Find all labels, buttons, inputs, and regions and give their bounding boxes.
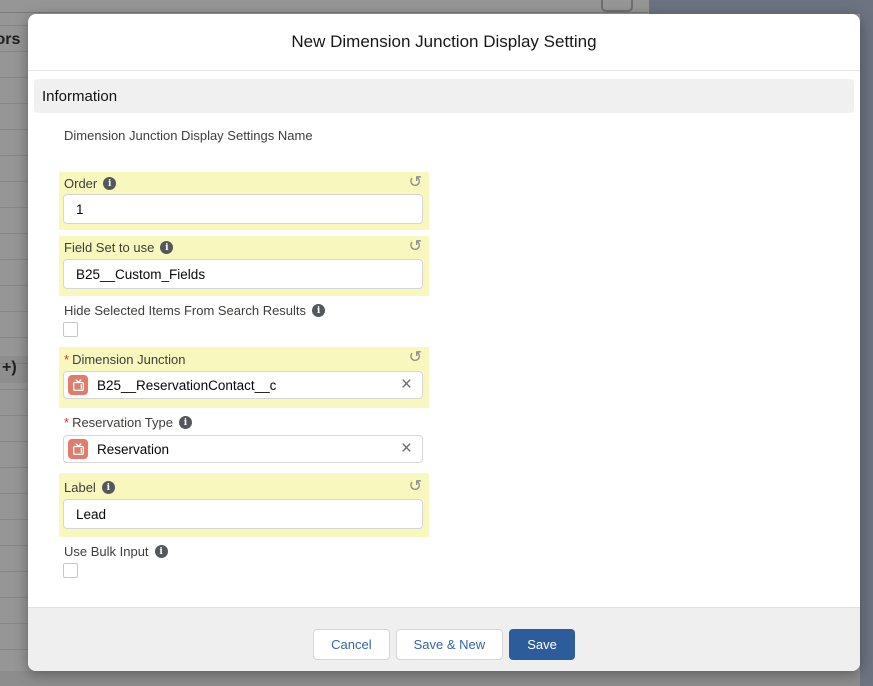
order-input[interactable] — [63, 194, 423, 224]
name-field-label: Dimension Junction Display Settings Name — [64, 128, 313, 143]
background-list-rows — [0, 0, 28, 686]
info-icon[interactable]: i — [103, 177, 116, 190]
use-bulk-input-checkbox[interactable] — [63, 563, 78, 578]
background-toolbar-edge — [0, 12, 648, 13]
background-slate-panel-top — [649, 0, 873, 14]
label-field-group: Label i ↺ — [59, 473, 429, 537]
clear-selection-icon[interactable]: × — [401, 378, 412, 392]
background-text-fragment: lors — [0, 31, 20, 49]
new-dimension-junction-display-setting-modal: New Dimension Junction Display Setting I… — [28, 14, 860, 671]
info-icon[interactable]: i — [312, 304, 325, 317]
hide-selected-label: Hide Selected Items From Search Results … — [64, 303, 325, 318]
required-indicator: * — [64, 415, 69, 430]
section-title: Information — [42, 88, 117, 105]
info-icon[interactable]: i — [179, 416, 192, 429]
undo-icon[interactable]: ↺ — [409, 239, 422, 255]
required-indicator: * — [64, 352, 69, 367]
order-label: Order i — [64, 176, 116, 191]
undo-icon[interactable]: ↺ — [409, 350, 422, 366]
background-slate-panel-right — [860, 0, 873, 686]
dimension-junction-lookup[interactable]: B25__ReservationContact__c × — [63, 371, 423, 399]
field-set-input[interactable] — [63, 259, 423, 289]
use-bulk-input-label: Use Bulk Input i — [64, 544, 168, 559]
save-and-new-button[interactable]: Save & New — [396, 629, 504, 660]
undo-icon[interactable]: ↺ — [409, 175, 422, 191]
cancel-button[interactable]: Cancel — [313, 629, 389, 660]
save-button[interactable]: Save — [509, 629, 575, 660]
modal-footer: Cancel Save & New Save — [28, 607, 860, 671]
label-field-label: Label i — [64, 480, 115, 495]
section-information: Information — [34, 79, 854, 113]
modal-title: New Dimension Junction Display Setting — [291, 32, 596, 52]
lookup-selected-value: B25__ReservationContact__c — [97, 378, 392, 393]
lookup-selected-value: Reservation — [97, 442, 392, 457]
field-set-label: Field Set to use i — [64, 240, 173, 255]
order-field-group: Order i ↺ — [59, 172, 429, 230]
info-icon[interactable]: i — [102, 481, 115, 494]
undo-icon[interactable]: ↺ — [409, 479, 422, 495]
hide-selected-checkbox[interactable] — [63, 322, 78, 337]
custom-object-icon — [68, 439, 88, 459]
screen: lors +) New Dimension Junction Display S… — [0, 0, 873, 686]
background-button-fragment — [601, 0, 633, 12]
info-icon[interactable]: i — [155, 545, 168, 558]
dimension-junction-field-group: * Dimension Junction ↺ B25__ReservationC… — [59, 347, 429, 408]
reservation-type-lookup[interactable]: Reservation × — [63, 435, 423, 463]
reservation-type-label: * Reservation Type i — [64, 415, 192, 430]
custom-object-icon — [68, 375, 88, 395]
info-icon[interactable]: i — [160, 241, 173, 254]
field-set-field-group: Field Set to use i ↺ — [59, 236, 429, 296]
label-input[interactable] — [63, 499, 423, 529]
clear-selection-icon[interactable]: × — [401, 442, 412, 456]
background-bottom-strip — [0, 671, 860, 686]
dimension-junction-label: * Dimension Junction — [64, 352, 186, 367]
modal-header: New Dimension Junction Display Setting — [28, 14, 860, 71]
background-text-fragment: +) — [2, 359, 17, 377]
